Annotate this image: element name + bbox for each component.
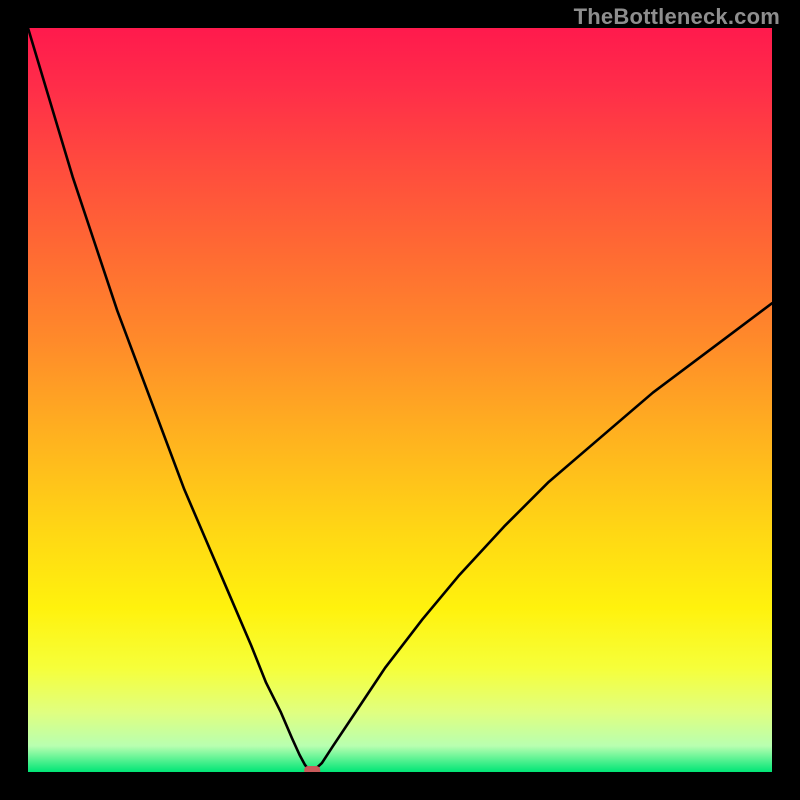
bottleneck-chart bbox=[28, 28, 772, 772]
gradient-background bbox=[28, 28, 772, 772]
optimum-marker bbox=[304, 766, 320, 772]
watermark-text: TheBottleneck.com bbox=[574, 4, 780, 30]
chart-frame: TheBottleneck.com bbox=[0, 0, 800, 800]
